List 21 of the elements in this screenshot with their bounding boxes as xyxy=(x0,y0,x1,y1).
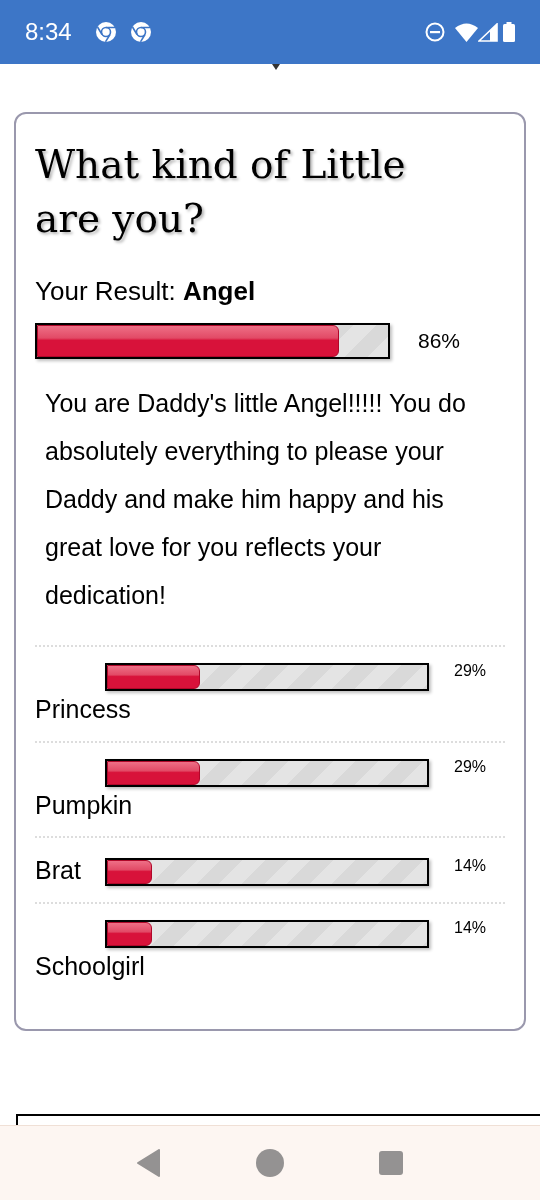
result-name: Schoolgirl xyxy=(35,951,145,980)
chrome-icon xyxy=(130,22,151,42)
percent-label: 86% xyxy=(418,328,461,355)
battery-icon xyxy=(503,22,515,42)
wifi-icon xyxy=(455,22,478,42)
result-text: Your Result: Angel xyxy=(35,275,257,308)
result-name: Brat xyxy=(35,856,81,884)
result-name: Princess xyxy=(35,695,131,723)
percent-label: 29% xyxy=(454,661,487,681)
clock: 8:34 xyxy=(25,17,72,47)
quiz-title: What kind of Little are you? xyxy=(35,141,407,243)
signal-icon xyxy=(478,22,498,42)
do-not-disturb-icon xyxy=(425,22,445,42)
chrome-icon xyxy=(95,22,116,42)
percent-label: 14% xyxy=(454,855,487,876)
result-name: Pumpkin xyxy=(35,790,133,819)
percent-label: 29% xyxy=(454,756,487,777)
result-description: You are Daddy's little Angel!!!!! You do absolutely everything to please your Daddy and make him happy and his great love for you reflects your dedication! xyxy=(44,388,467,611)
percent-label: 14% xyxy=(454,917,487,938)
home-icon[interactable] xyxy=(256,1149,284,1177)
back-icon[interactable] xyxy=(137,1149,161,1177)
